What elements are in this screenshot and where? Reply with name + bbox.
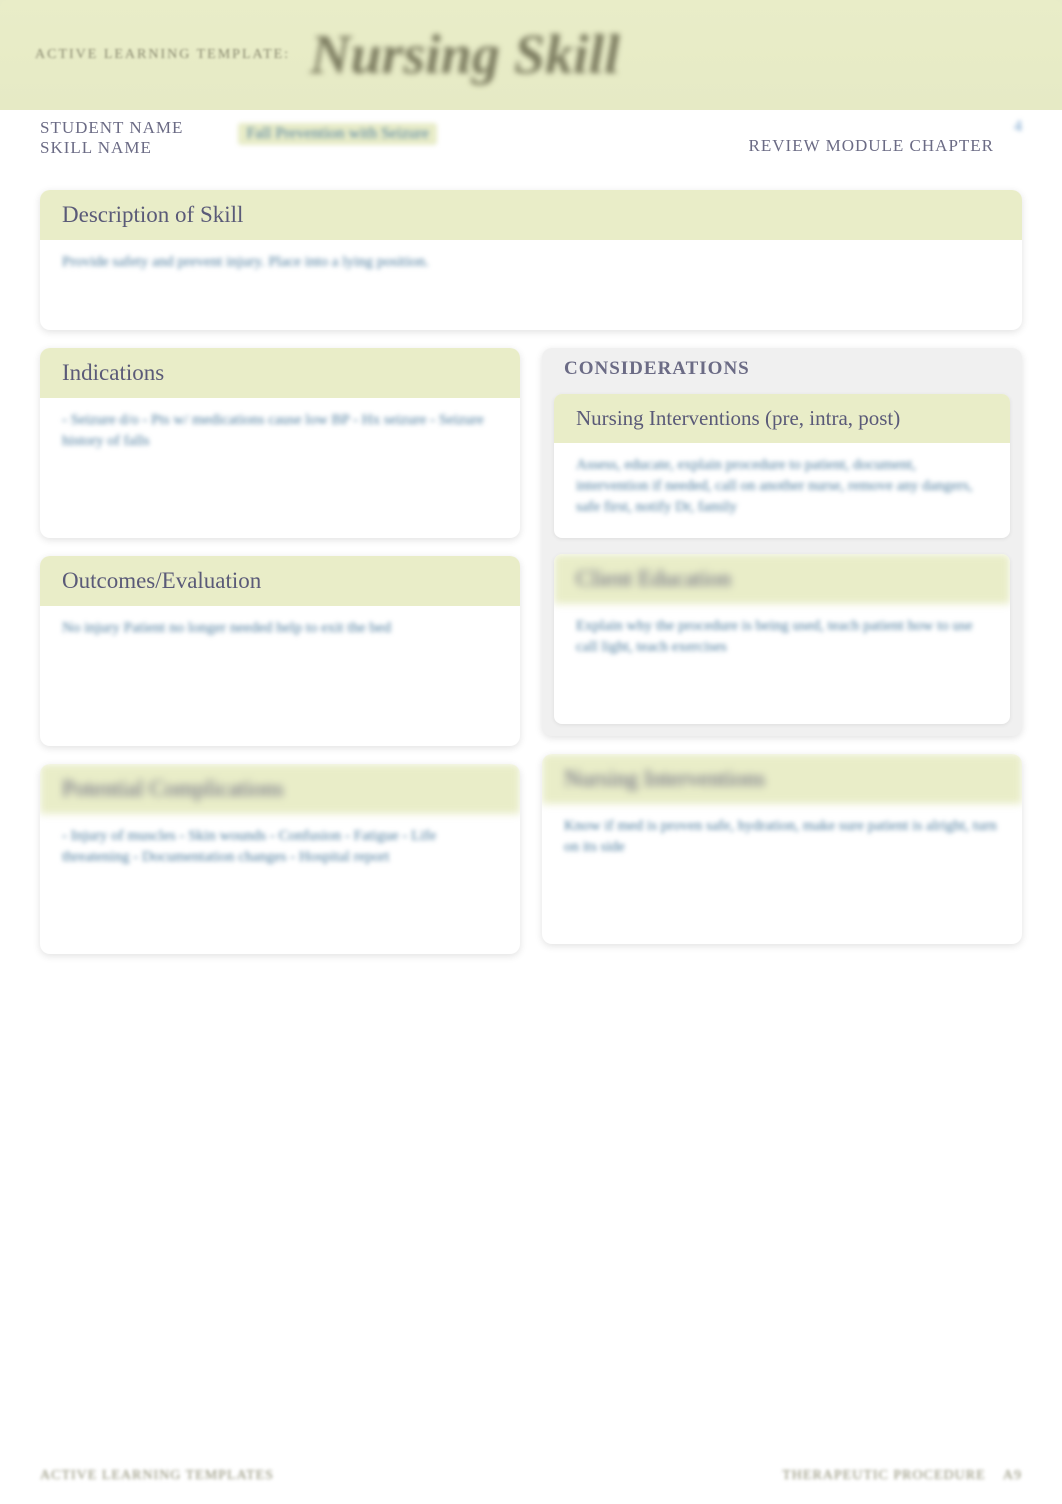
indications-body: - Seizure d/o - Pts w/ medications cause… [40,398,520,538]
right-column: CONSIDERATIONS Nursing Interventions (pr… [542,348,1022,972]
interventions-pre-body: Assess, educate, explain procedure to pa… [554,443,1010,538]
considerations-group: CONSIDERATIONS Nursing Interventions (pr… [542,348,1022,736]
content-area: Description of Skill Provide safety and … [40,190,1022,1444]
skill-name-label: SKILL NAME [40,138,183,158]
nursing-interventions-box: Nursing Interventions Know if med is pro… [542,754,1022,944]
complications-body: - Injury of muscles - Skin wounds - Conf… [40,814,520,954]
footer-right: THERAPEUTIC PROCEDURE A9 [782,1468,1022,1484]
left-column: Indications - Seizure d/o - Pts w/ medic… [40,348,520,972]
two-column-row: Indications - Seizure d/o - Pts w/ medic… [40,348,1022,972]
review-module-value: 4 [1014,118,1022,136]
skill-title: Nursing Skill [310,23,620,87]
complications-header: Potential Complications [40,764,520,814]
footer-right-text: THERAPEUTIC PROCEDURE [782,1468,985,1483]
indications-box: Indications - Seizure d/o - Pts w/ medic… [40,348,520,538]
client-education-body: Explain why the procedure is being used,… [554,604,1010,724]
meta-labels: STUDENT NAME SKILL NAME [40,118,183,159]
meta-row: STUDENT NAME SKILL NAME Fall Prevention … [40,118,1022,159]
considerations-label: CONSIDERATIONS [542,348,1022,394]
review-module-label: REVIEW MODULE CHAPTER [749,136,994,156]
page: ACTIVE LEARNING TEMPLATE: Nursing Skill … [0,0,1062,1504]
complications-box: Potential Complications - Injury of musc… [40,764,520,954]
nursing-interventions-body: Know if med is proven safe, hydration, m… [542,804,1022,944]
outcomes-header: Outcomes/Evaluation [40,556,520,606]
description-body: Provide safety and prevent injury. Place… [40,240,1022,330]
client-education-box: Client Education Explain why the procedu… [554,554,1010,724]
header-band: ACTIVE LEARNING TEMPLATE: Nursing Skill [0,0,1062,110]
template-label: ACTIVE LEARNING TEMPLATE: [35,47,290,63]
footer: ACTIVE LEARNING TEMPLATES THERAPEUTIC PR… [40,1468,1022,1484]
description-header: Description of Skill [40,190,1022,240]
interventions-pre-box: Nursing Interventions (pre, intra, post)… [554,394,1010,538]
skill-name-value: Fall Prevention with Seizure [238,123,437,145]
outcomes-body: No injury Patient no longer needed help … [40,606,520,746]
student-name-label: STUDENT NAME [40,118,183,138]
footer-page: A9 [1003,1468,1022,1483]
outcomes-box: Outcomes/Evaluation No injury Patient no… [40,556,520,746]
interventions-pre-header: Nursing Interventions (pre, intra, post) [554,394,1010,443]
nursing-interventions-header: Nursing Interventions [542,754,1022,804]
client-education-header: Client Education [554,554,1010,604]
footer-left: ACTIVE LEARNING TEMPLATES [40,1468,274,1484]
description-box: Description of Skill Provide safety and … [40,190,1022,330]
indications-header: Indications [40,348,520,398]
